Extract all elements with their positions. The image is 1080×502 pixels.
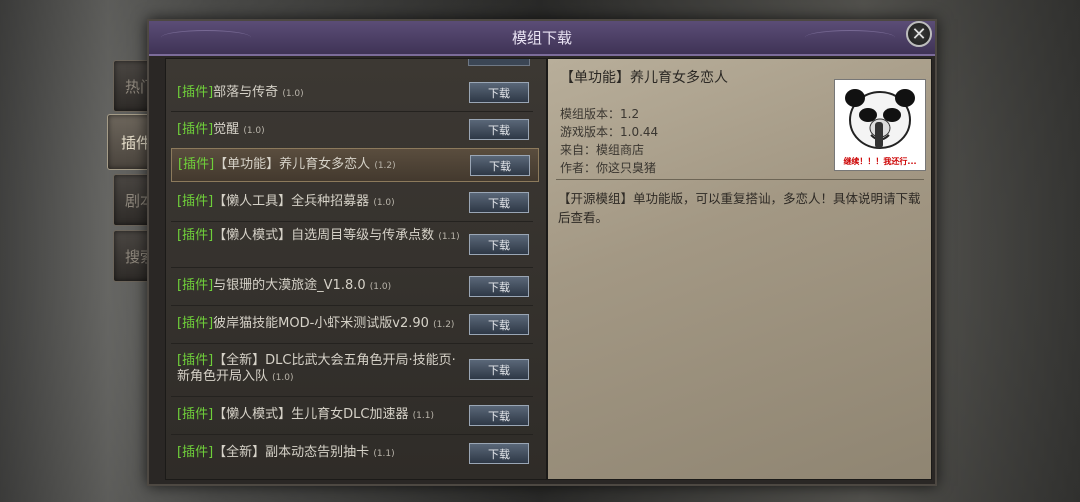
mod-tag: [插件] (177, 353, 214, 368)
mod-tag: [插件] (177, 84, 214, 100)
mod-tag: [插件] (177, 277, 214, 293)
mod-title: [插件]觉醒 (1.0) (177, 122, 462, 139)
download-button[interactable]: 下载 (469, 192, 529, 213)
mod-title: [插件]部落与传奇 (1.0) (177, 85, 462, 102)
mod-title: [插件]【全新】DLC比武大会五角色开局·技能页·新角色开局入队 (1.0) (177, 353, 462, 386)
mod-version: (1.2) (374, 160, 396, 171)
mod-name: 【懒人模式】自选周目等级与传承点数 (213, 228, 435, 243)
mod-version: (1.0) (369, 281, 392, 292)
list-item-selected[interactable]: [插件]【单功能】养儿育女多恋人 (1.2) 下载 (171, 148, 539, 182)
mod-title: [插件]【懒人工具】全兵种招募器 (1.0) (177, 194, 462, 211)
mod-tag: [插件] (177, 228, 214, 243)
mod-name: 【单功能】养儿育女多恋人 (214, 156, 371, 172)
title-flourish-left (161, 30, 251, 45)
list-item[interactable]: [插件]【懒人工具】全兵种招募器 (1.0) 下载 (171, 184, 539, 220)
window-title: 模组下载 (511, 29, 572, 47)
download-button[interactable]: 下载 (470, 155, 530, 176)
mod-version: (1.1) (412, 410, 434, 421)
list-item[interactable]: [插件]【懒人模式】生儿育女DLC加速器 (1.1) 下载 (171, 397, 539, 433)
mod-list[interactable]: [插件]部落与传奇 (1.0) 下载 [插件]觉醒 (1.0) 下载 [插件]【… (165, 58, 547, 480)
mod-tag: [插件] (177, 406, 214, 422)
list-item[interactable]: [插件]【全新】副本动态告别抽卡 (1.1) 下载 (171, 435, 539, 471)
mod-tag: [插件] (178, 156, 215, 172)
mod-title: [插件]【懒人模式】自选周目等级与传承点数 (1.1) (177, 228, 462, 245)
mod-version: (1.0) (282, 88, 304, 99)
mod-title: [插件]【全新】副本动态告别抽卡 (1.1) (177, 445, 462, 462)
mod-download-window: 模组下载 [插件]部落与传奇 (1.0) 下载 [插件]觉醒 (1.0) 下载 … (147, 19, 937, 486)
panda-meme-icon (845, 89, 915, 149)
mod-title: [插件]【单功能】养儿育女多恋人 (1.2) (178, 157, 463, 174)
title-flourish-right (805, 30, 895, 45)
mod-tag: [插件] (177, 121, 214, 137)
list-item[interactable]: [插件]【懒人模式】自选周目等级与传承点数 (1.1) 下载 (171, 222, 539, 266)
list-item[interactable]: [插件]彼岸猫技能MOD-小虾米测试版v2.90 (1.2) 下载 (171, 306, 539, 342)
detail-divider (556, 179, 924, 180)
mod-title: [插件]彼岸猫技能MOD-小虾米测试版v2.90 (1.2) (177, 316, 462, 333)
mod-name: 部落与传奇 (213, 84, 279, 100)
mod-name: 【全新】DLC比武大会五角色开局·技能页·新角色开局入队 (177, 353, 456, 384)
download-button-partial[interactable] (468, 59, 530, 66)
mod-detail-panel: 【单功能】养儿育女多恋人 模组版本：1.2 游戏版本：1.0.44 来自：模组商… (547, 58, 932, 480)
detail-mod-version: 模组版本：1.2 (560, 107, 640, 121)
download-button[interactable]: 下载 (469, 119, 529, 140)
mod-name: 【懒人模式】生儿育女DLC加速器 (213, 406, 409, 422)
detail-description: 【开源模组】单功能版，可以重复搭讪，多恋人！具体说明请下载后查看。 (558, 191, 921, 225)
detail-game-version: 游戏版本：1.0.44 (560, 125, 659, 139)
mod-tag: [插件] (177, 444, 214, 460)
mod-name: 彼岸猫技能MOD-小虾米测试版v2.90 (213, 315, 429, 331)
mod-title: [插件]与银珊的大漠旅途_V1.8.0 (1.0) (177, 278, 462, 295)
mod-name: 【懒人工具】全兵种招募器 (213, 193, 370, 209)
list-item[interactable]: [插件]觉醒 (1.0) 下载 (171, 112, 539, 148)
mod-version: (1.1) (438, 232, 460, 242)
download-button[interactable]: 下载 (469, 405, 529, 426)
mod-version: (1.0) (243, 125, 265, 136)
detail-author: 作者：你这只臭猪 (560, 161, 657, 175)
download-button[interactable]: 下载 (469, 359, 529, 380)
list-item[interactable]: [插件]【全新】DLC比武大会五角色开局·技能页·新角色开局入队 (1.0) 下… (171, 344, 539, 394)
mod-version: (1.2) (433, 319, 455, 330)
thumbnail-caption: 继续！！！我还行... (843, 157, 917, 166)
mod-tag: [插件] (177, 193, 214, 209)
download-button[interactable]: 下载 (469, 276, 529, 297)
mod-version: (1.1) (373, 448, 395, 459)
mod-version: (1.0) (373, 197, 395, 208)
mod-thumbnail: 继续！！！我还行... (834, 79, 926, 171)
mod-name: 觉醒 (213, 121, 240, 137)
mod-version: (1.0) (272, 373, 294, 383)
list-item[interactable]: [插件]与银珊的大漠旅途_V1.8.0 (1.0) 下载 (171, 268, 539, 304)
download-button[interactable]: 下载 (469, 314, 529, 335)
download-button[interactable]: 下载 (469, 82, 529, 103)
detail-source: 来自：模组商店 (560, 143, 645, 157)
mod-title: [插件]【懒人模式】生儿育女DLC加速器 (1.1) (177, 407, 462, 424)
title-bar: 模组下载 (149, 21, 935, 56)
download-button[interactable]: 下载 (469, 443, 529, 464)
download-button[interactable]: 下载 (469, 234, 529, 255)
list-item[interactable]: [插件]部落与传奇 (1.0) 下载 (171, 75, 539, 111)
detail-title: 【单功能】养儿育女多恋人 (560, 70, 728, 86)
mod-tag: [插件] (177, 315, 214, 331)
mod-name: 与银珊的大漠旅途_V1.8.0 (213, 277, 366, 293)
mod-name: 【全新】副本动态告别抽卡 (213, 444, 370, 460)
close-icon[interactable]: ✕ (906, 21, 932, 47)
